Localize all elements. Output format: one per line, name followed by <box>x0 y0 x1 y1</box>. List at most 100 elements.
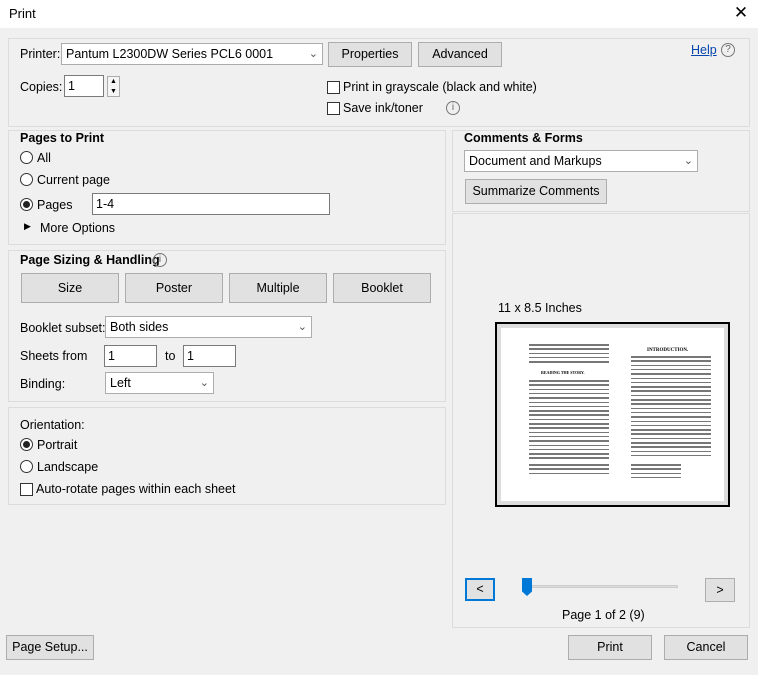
to-label: to <box>165 349 176 363</box>
info-icon[interactable]: i <box>153 253 167 267</box>
text-line <box>529 440 609 442</box>
text-line <box>529 392 609 395</box>
text-line <box>631 437 711 440</box>
comments-title: Comments & Forms <box>464 131 583 145</box>
text-line <box>631 433 711 435</box>
chevron-down-icon: ⌄ <box>199 377 209 389</box>
text-line <box>631 381 711 384</box>
booklet-subset-label: Booklet subset: <box>20 321 106 335</box>
text-line <box>631 476 681 479</box>
grayscale-label: Print in grayscale (black and white) <box>343 80 537 94</box>
text-line <box>529 448 609 451</box>
grayscale-checkbox[interactable] <box>327 81 340 94</box>
text-line <box>631 368 711 371</box>
page-preview: READING THE STORY. INTRODUCTION. <box>495 322 730 507</box>
poster-tab[interactable]: Poster <box>125 273 223 303</box>
text-line <box>631 390 711 392</box>
current-page-label: Current page <box>37 173 110 187</box>
pages-range-input[interactable]: 1-4 <box>92 193 330 215</box>
text-line <box>529 344 609 346</box>
summarize-comments-button[interactable]: Summarize Comments <box>465 179 607 204</box>
text-line <box>631 464 681 466</box>
copies-label: Copies: <box>20 80 63 94</box>
chevron-down-icon: ⌄ <box>308 48 318 60</box>
cancel-button[interactable]: Cancel <box>664 635 748 660</box>
previous-page-button[interactable]: < <box>465 578 495 601</box>
help-icon[interactable]: ? <box>721 43 735 57</box>
copies-stepper[interactable]: ▲ ▼ <box>107 76 120 97</box>
size-tab[interactable]: Size <box>21 273 119 303</box>
printer-value: Pantum L2300DW Series PCL6 0001 <box>66 47 274 61</box>
text-line <box>631 429 711 431</box>
text-line <box>529 453 609 455</box>
orientation-title: Orientation: <box>20 418 85 432</box>
preview-sheet: READING THE STORY. INTRODUCTION. <box>501 328 724 501</box>
booklet-tab[interactable]: Booklet <box>333 273 431 303</box>
sheets-from-input[interactable]: 1 <box>104 345 157 367</box>
binding-value: Left <box>110 376 131 390</box>
page-status: Page 1 of 2 (9) <box>562 608 645 622</box>
page-slider-track[interactable] <box>527 585 678 588</box>
booklet-subset-select[interactable]: Both sides ⌄ <box>105 316 312 338</box>
copies-input[interactable]: 1 <box>64 75 104 97</box>
multiple-tab[interactable]: Multiple <box>229 273 327 303</box>
sizing-title: Page Sizing & Handling <box>20 253 160 267</box>
close-icon[interactable]: ✕ <box>733 3 749 23</box>
info-icon[interactable]: i <box>446 101 460 115</box>
text-line <box>529 464 609 466</box>
text-line <box>631 373 711 375</box>
text-line <box>529 356 609 359</box>
text-line <box>529 348 609 350</box>
text-line <box>631 424 711 427</box>
landscape-radio[interactable] <box>20 460 33 473</box>
next-page-button[interactable]: > <box>705 578 735 602</box>
text-line <box>529 427 609 429</box>
text-line <box>631 377 711 379</box>
advanced-button[interactable]: Advanced <box>418 42 502 67</box>
text-line <box>631 454 711 457</box>
portrait-radio[interactable] <box>20 438 33 451</box>
text-line <box>529 380 609 382</box>
window-title: Print <box>9 6 36 21</box>
text-line <box>529 435 609 438</box>
expand-triangle-icon[interactable]: ▶ <box>24 221 31 232</box>
binding-label: Binding: <box>20 377 66 391</box>
text-line <box>631 468 681 470</box>
chevron-down-icon: ⌄ <box>297 321 307 333</box>
pages-title: Pages to Print <box>20 131 105 145</box>
pages-radio[interactable] <box>20 198 33 211</box>
text-line <box>631 403 711 405</box>
text-line <box>529 388 609 391</box>
text-line <box>631 420 711 422</box>
text-line <box>631 442 711 444</box>
text-line <box>529 384 609 386</box>
printer-select[interactable]: Pantum L2300DW Series PCL6 0001 ⌄ <box>61 43 323 65</box>
text-line <box>529 414 609 416</box>
pages-label: Pages <box>37 198 73 212</box>
properties-button[interactable]: Properties <box>328 42 412 67</box>
page-setup-button[interactable]: Page Setup... <box>6 635 94 660</box>
text-line <box>631 446 711 448</box>
print-button[interactable]: Print <box>568 635 652 660</box>
subset-value: Both sides <box>110 320 169 334</box>
current-page-radio[interactable] <box>20 173 33 186</box>
text-line <box>529 472 609 475</box>
sheets-to-input[interactable]: 1 <box>183 345 236 367</box>
auto-rotate-checkbox[interactable] <box>20 483 33 496</box>
text-line <box>631 364 711 367</box>
text-line <box>631 472 681 475</box>
comments-select[interactable]: Document and Markups ⌄ <box>464 150 698 172</box>
text-line <box>631 411 711 414</box>
right-page-heading: INTRODUCTION. <box>647 348 689 353</box>
save-ink-label: Save ink/toner <box>343 101 423 115</box>
binding-select[interactable]: Left ⌄ <box>105 372 214 394</box>
help-link[interactable]: Help <box>691 43 717 57</box>
text-line <box>529 423 609 425</box>
all-radio[interactable] <box>20 151 33 164</box>
text-line <box>529 361 609 363</box>
text-line <box>631 450 711 453</box>
auto-rotate-label: Auto-rotate pages within each sheet <box>36 482 236 496</box>
text-line <box>631 399 711 401</box>
save-ink-checkbox[interactable] <box>327 102 340 115</box>
more-options-link[interactable]: More Options <box>40 221 115 235</box>
